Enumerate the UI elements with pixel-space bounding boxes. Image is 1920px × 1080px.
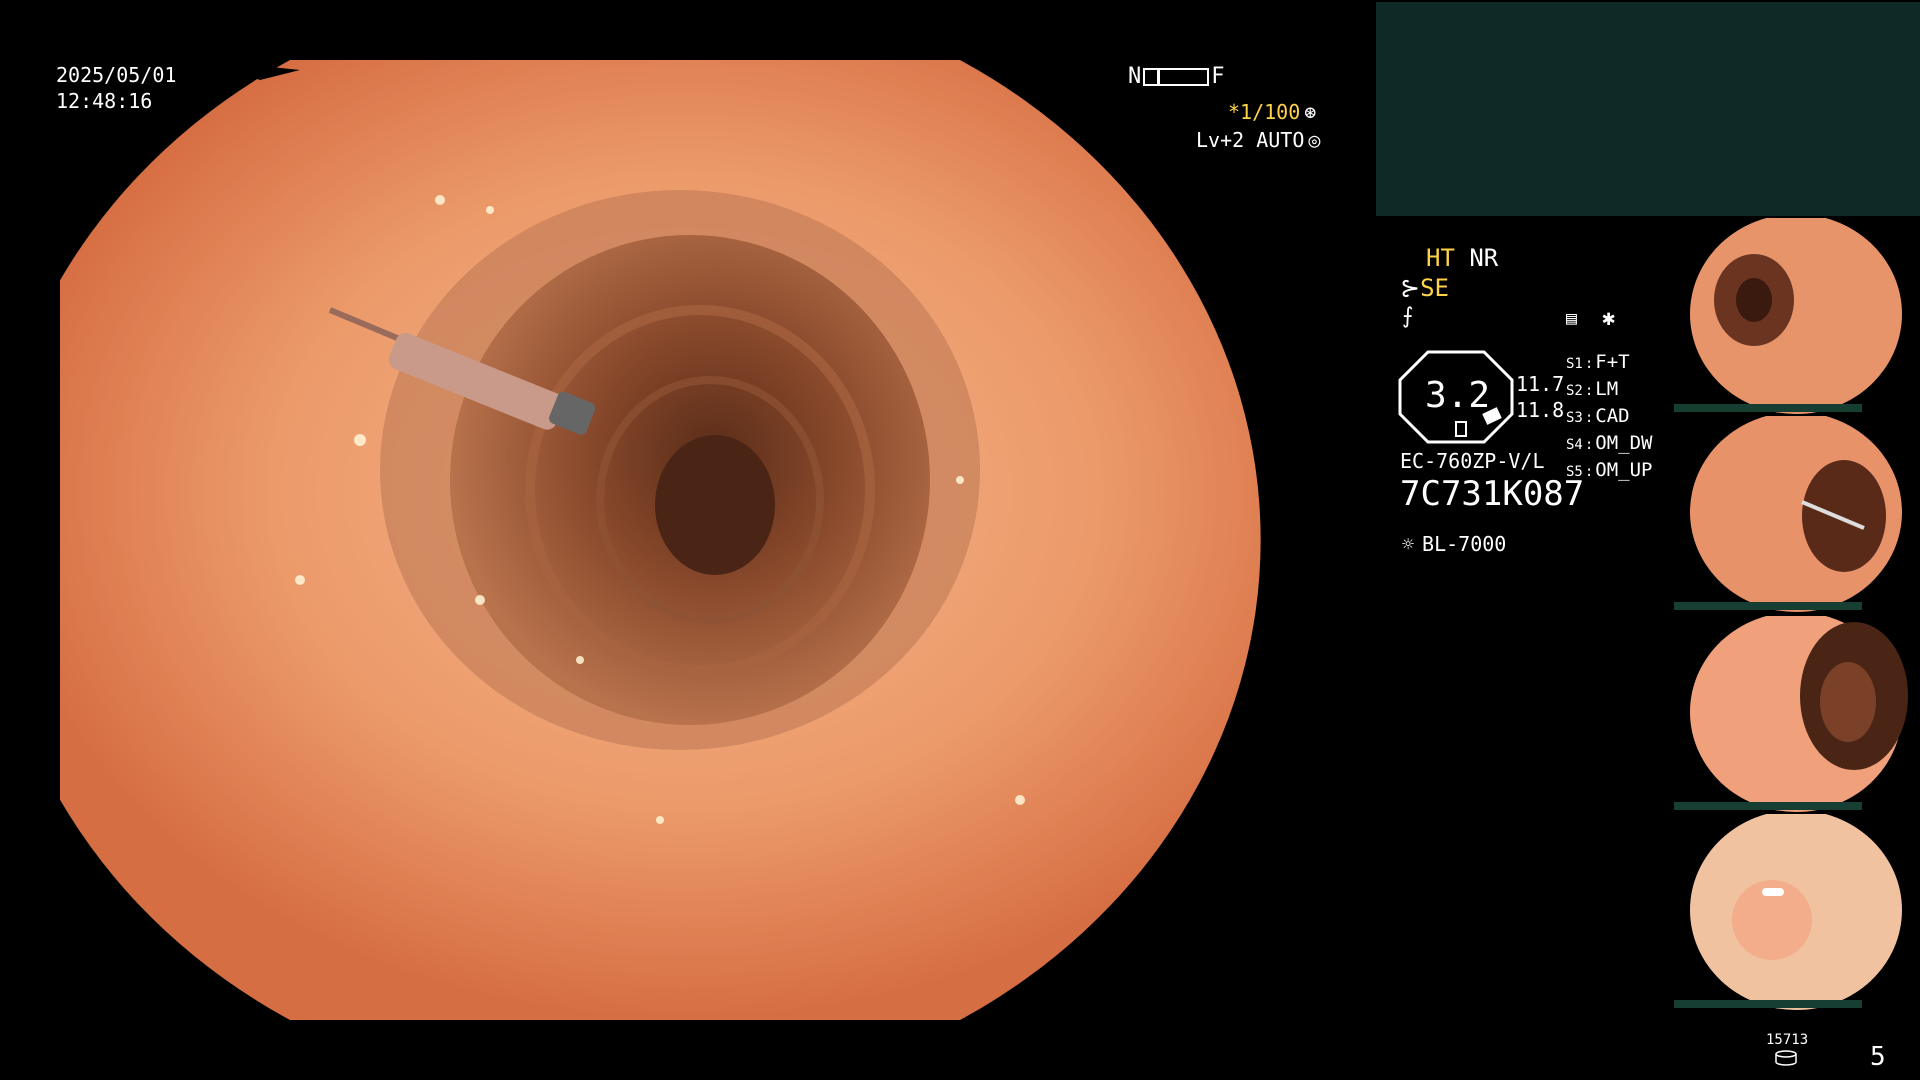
- iris-level: Lv+2 AUTO ◎: [1196, 128, 1320, 152]
- aperture-icon: ⊛: [1304, 100, 1317, 124]
- scope-switch-item: S2: LM: [1566, 378, 1619, 400]
- captured-thumbnail[interactable]: [1672, 416, 1920, 612]
- date-text: 2025/05/01: [56, 63, 177, 87]
- captured-thumbnail[interactable]: [1672, 814, 1920, 1010]
- storage-counter: 15713: [1766, 1032, 1809, 1048]
- date-time-display: 2025/05/01 12:48:16: [56, 62, 176, 114]
- far-label: F: [1211, 64, 1225, 89]
- info-panel-header: [1376, 2, 1920, 216]
- ht-label: HT: [1426, 244, 1455, 272]
- asterisk-icon: ✱: [1602, 306, 1616, 331]
- enhancement-icon: ⊱: [1400, 274, 1421, 302]
- sun-icon: ☼: [1402, 532, 1415, 556]
- light-source-label: BL-7000: [1422, 532, 1507, 556]
- record-icon: ▤: [1566, 308, 1577, 329]
- structure-enhancement-row: ⊱SE: [1400, 274, 1449, 302]
- captured-thumbnail[interactable]: [1672, 218, 1920, 414]
- zoom-side-bottom: 11.8: [1516, 398, 1565, 422]
- focus-bar: [1143, 67, 1210, 86]
- light-source: ☼ BL-7000: [1402, 532, 1506, 556]
- scope-switch-item: S4: OM_DW: [1566, 432, 1653, 454]
- captured-thumbnail[interactable]: [1672, 616, 1920, 812]
- iris-value: Lv+2 AUTO: [1196, 128, 1305, 152]
- scope-switch-item: S1: F+T: [1566, 351, 1630, 373]
- shutter-speed: *1/100 ⊛: [1228, 100, 1316, 124]
- image-count: 5: [1870, 1042, 1886, 1072]
- time-text: 12:48:16: [56, 89, 153, 113]
- scope-switch-list: S1: F+T S2: LM S3: CAD S4: OM_DW S5: OM_UP: [1566, 350, 1653, 485]
- shutter-value: *1/100: [1228, 100, 1301, 124]
- zoom-value: 3.2: [1425, 375, 1491, 416]
- nr-label: NR: [1469, 244, 1499, 272]
- near-far-focus-indicator: N F: [1128, 64, 1225, 89]
- se-label: SE: [1420, 274, 1450, 302]
- storage-icon: [1775, 1050, 1797, 1066]
- flash-off-icon: ⨍: [1402, 304, 1414, 329]
- scope-switch-item: S3: CAD: [1566, 405, 1630, 427]
- scope-model: EC-760ZP-V/L: [1400, 449, 1545, 473]
- endoscopy-live-view: [60, 60, 1261, 1020]
- image-mode-row: HT NR: [1426, 244, 1498, 272]
- near-label: N: [1128, 64, 1142, 89]
- zoom-side-top: 11.7: [1516, 372, 1565, 396]
- auto-iris-icon: ◎: [1308, 128, 1321, 152]
- scope-serial: 7C731K087: [1400, 474, 1585, 514]
